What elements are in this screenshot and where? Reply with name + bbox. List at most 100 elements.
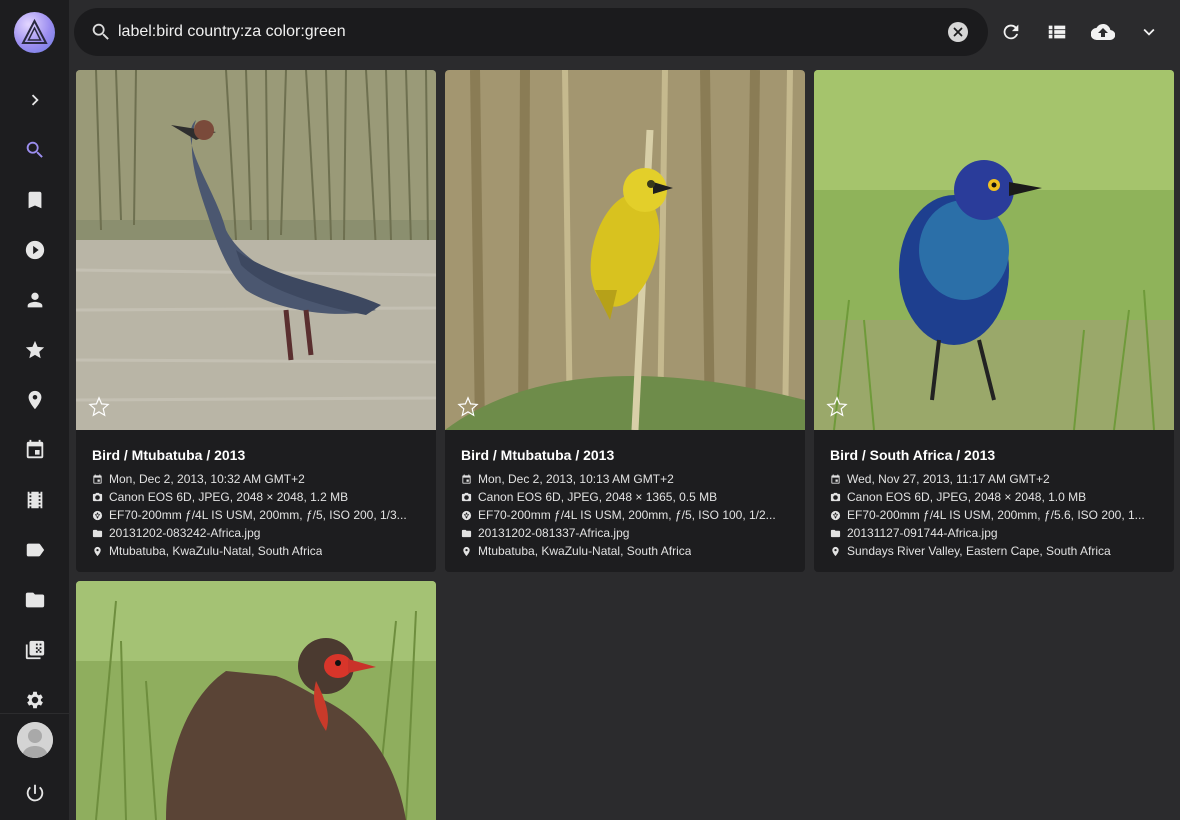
favorite-star-icon[interactable]	[826, 396, 848, 418]
spurfowl-photo-image	[76, 581, 436, 820]
gear-icon	[26, 691, 43, 709]
aperture-icon	[830, 510, 841, 520]
photo-thumbnail[interactable]	[814, 70, 1174, 430]
camera-icon	[461, 492, 472, 501]
upload-button[interactable]	[1087, 16, 1119, 48]
app-logo[interactable]	[14, 12, 55, 53]
calendar-icon	[93, 473, 102, 484]
photo-location: Mtubatuba, KwaZulu-Natal, South Africa	[92, 544, 426, 558]
starling-photo-image	[814, 70, 1174, 430]
camera-icon	[92, 492, 103, 501]
photo-lens-text: EF70-200mm ƒ/4L IS USM, 200mm, ƒ/5.6, IS…	[847, 508, 1145, 522]
photo-date-text: Mon, Dec 2, 2013, 10:32 AM GMT+2	[109, 472, 305, 486]
search-icon	[26, 141, 43, 158]
photo-date: Wed, Nov 27, 2013, 11:17 AM GMT+2	[830, 472, 1164, 486]
photo-camera-text: Canon EOS 6D, JPEG, 2048 × 2048, 1.2 MB	[109, 490, 349, 504]
sidebar-item-logout[interactable]	[0, 773, 69, 813]
folder-icon	[25, 592, 44, 608]
refresh-button[interactable]	[995, 16, 1027, 48]
photo-date: Mon, Dec 2, 2013, 10:32 AM GMT+2	[92, 472, 426, 486]
list-view-button[interactable]	[1041, 16, 1073, 48]
sidebar-item-favorites[interactable]	[0, 330, 69, 370]
place-icon	[94, 546, 101, 556]
photo-thumbnail[interactable]	[76, 581, 436, 820]
film-icon	[27, 491, 42, 509]
power-icon	[26, 784, 43, 802]
photo-card[interactable]: Bird / Mtubatuba / 2013 Mon, Dec 2, 2013…	[445, 70, 805, 572]
photo-camera-text: Canon EOS 6D, JPEG, 2048 × 1365, 0.5 MB	[478, 490, 718, 504]
sidebar	[0, 0, 69, 820]
photo-camera: Canon EOS 6D, JPEG, 2048 × 2048, 1.0 MB	[830, 490, 1164, 504]
sidebar-item-labels[interactable]	[0, 530, 69, 570]
calendar-icon	[26, 439, 43, 459]
photo-location: Sundays River Valley, Eastern Cape, Sout…	[830, 544, 1164, 558]
sidebar-item-videos[interactable]	[0, 230, 69, 270]
photo-thumbnail[interactable]	[76, 70, 436, 430]
favorite-star-icon[interactable]	[88, 396, 110, 418]
weaver-photo-image	[445, 70, 805, 430]
search-icon	[92, 23, 109, 40]
photo-title[interactable]: Bird / Mtubatuba / 2013	[92, 447, 245, 463]
heron-photo-image	[76, 70, 436, 430]
photo-thumbnail[interactable]	[445, 70, 805, 430]
file-icon	[461, 529, 472, 537]
photo-lens: EF70-200mm ƒ/4L IS USM, 200mm, ƒ/5, ISO …	[461, 508, 795, 522]
photo-camera: Canon EOS 6D, JPEG, 2048 × 2048, 1.2 MB	[92, 490, 426, 504]
clear-search-button[interactable]	[948, 22, 968, 42]
sidebar-item-library[interactable]	[0, 630, 69, 670]
toolbar	[69, 0, 1180, 64]
photo-card[interactable]: Bird / South Africa / 2013 Wed, Nov 27, …	[814, 70, 1174, 572]
photo-camera-text: Canon EOS 6D, JPEG, 2048 × 2048, 1.0 MB	[847, 490, 1087, 504]
photo-lens-text: EF70-200mm ƒ/4L IS USM, 200mm, ƒ/5, ISO …	[478, 508, 776, 522]
more-options-button[interactable]	[1133, 16, 1165, 48]
photo-file-text: 20131202-083242-Africa.jpg	[109, 526, 261, 540]
photo-date-text: Wed, Nov 27, 2013, 11:17 AM GMT+2	[847, 472, 1050, 486]
sidebar-divider	[0, 713, 69, 714]
avatar-silhouette-icon	[17, 722, 53, 758]
photo-lens-text: EF70-200mm ƒ/4L IS USM, 200mm, ƒ/5, ISO …	[109, 508, 407, 522]
sidebar-expand-button[interactable]	[0, 80, 69, 120]
sidebar-item-search[interactable]	[0, 130, 69, 170]
photo-date: Mon, Dec 2, 2013, 10:13 AM GMT+2	[461, 472, 795, 486]
place-icon	[28, 390, 41, 410]
photo-card[interactable]	[76, 581, 436, 820]
photo-file: 20131202-081337-Africa.jpg	[461, 526, 795, 540]
user-avatar[interactable]	[17, 722, 53, 758]
photo-file: 20131127-091744-Africa.jpg	[830, 526, 1164, 540]
photo-location-text[interactable]: Mtubatuba, KwaZulu-Natal, South Africa	[478, 544, 691, 558]
search-input[interactable]	[118, 20, 938, 44]
sidebar-item-folders[interactable]	[0, 580, 69, 620]
library-icon	[25, 640, 44, 660]
sidebar-item-settings[interactable]	[0, 680, 69, 720]
photo-file-text: 20131127-091744-Africa.jpg	[847, 526, 998, 540]
photo-location-text[interactable]: Sundays River Valley, Eastern Cape, Sout…	[847, 544, 1111, 558]
person-icon	[27, 292, 42, 308]
photo-title[interactable]: Bird / South Africa / 2013	[830, 447, 995, 463]
close-icon	[953, 27, 963, 37]
search-bar[interactable]	[74, 8, 988, 56]
camera-icon	[830, 492, 841, 501]
photo-file: 20131202-083242-Africa.jpg	[92, 526, 426, 540]
list-view-icon	[1048, 25, 1066, 39]
photo-location-text[interactable]: Mtubatuba, KwaZulu-Natal, South Africa	[109, 544, 322, 558]
chevron-down-icon	[1143, 28, 1155, 36]
photo-card[interactable]: Bird / Mtubatuba / 2013 Mon, Dec 2, 2013…	[76, 70, 436, 572]
sidebar-item-albums[interactable]	[0, 180, 69, 220]
photo-lens: EF70-200mm ƒ/4L IS USM, 200mm, ƒ/5.6, IS…	[830, 508, 1164, 522]
upload-cloud-icon	[1091, 23, 1115, 41]
label-icon	[26, 543, 44, 557]
file-icon	[92, 529, 103, 537]
photo-date-text: Mon, Dec 2, 2013, 10:13 AM GMT+2	[478, 472, 674, 486]
triangle-logo-icon	[21, 19, 48, 44]
aperture-icon	[461, 510, 472, 520]
photo-camera: Canon EOS 6D, JPEG, 2048 × 1365, 0.5 MB	[461, 490, 795, 504]
sidebar-item-calendar[interactable]	[0, 430, 69, 470]
favorite-star-icon[interactable]	[457, 396, 479, 418]
bookmark-icon	[28, 191, 41, 209]
sidebar-item-moments[interactable]	[0, 480, 69, 520]
sidebar-item-people[interactable]	[0, 280, 69, 320]
place-icon	[463, 546, 470, 556]
refresh-icon	[1003, 24, 1019, 40]
photo-title[interactable]: Bird / Mtubatuba / 2013	[461, 447, 614, 463]
sidebar-item-places[interactable]	[0, 380, 69, 420]
